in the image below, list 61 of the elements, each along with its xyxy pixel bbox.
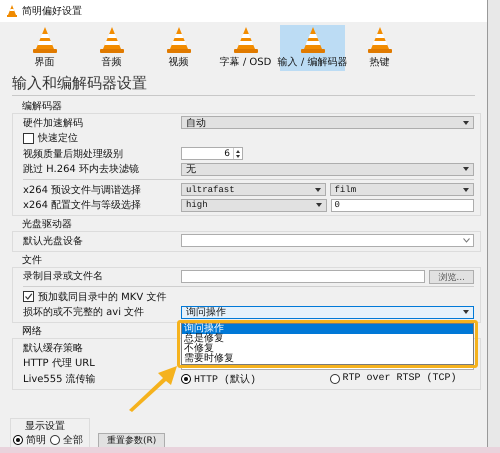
category-tab[interactable]: 输入 / 编解码器 — [280, 25, 345, 71]
dropdown[interactable]: film — [330, 183, 474, 196]
radio-label[interactable]: 简明 — [26, 432, 46, 446]
radio-button[interactable] — [181, 374, 191, 384]
browse-button[interactable]: 浏览... — [429, 270, 474, 284]
combo-field[interactable] — [181, 234, 474, 248]
dropdown[interactable]: ultrafast — [181, 183, 326, 196]
input-field[interactable] — [181, 270, 426, 283]
radio-label[interactable]: HTTP (默认) — [194, 372, 256, 386]
radio-button[interactable] — [50, 434, 60, 444]
setting-label: x264 配置文件与等级选择 — [23, 198, 142, 212]
caret-icon — [463, 310, 469, 314]
setting-label: 默认缓存策略 — [23, 342, 84, 355]
group-title: 显示设置 — [25, 420, 65, 432]
setting-label: 损坏的或不完整的 avi 文件 — [23, 306, 146, 320]
radio-label[interactable]: 全部 — [63, 432, 83, 446]
category-tab[interactable]: 视频 — [146, 25, 211, 71]
section-title: 文件 — [22, 254, 42, 266]
caret-icon — [316, 203, 322, 208]
caret-icon — [463, 167, 469, 172]
dropdown-option[interactable]: 总是修复 — [182, 334, 473, 344]
cone-icon — [6, 5, 18, 17]
spin-box[interactable]: 6 — [181, 147, 243, 160]
dropdown[interactable]: high — [181, 198, 326, 212]
category-tab[interactable]: 音频 — [79, 25, 144, 71]
category-tab[interactable]: 字幕 / OSD — [213, 25, 278, 71]
setting-label: Live555 流传输 — [23, 372, 97, 386]
setting-label: x264 预设文件与调谐选择 — [23, 184, 142, 197]
section-title: 编解码器 — [22, 100, 62, 113]
setting-label: 默认光盘设备 — [23, 234, 84, 248]
dropdown[interactable]: 无 — [181, 162, 474, 176]
dropdown-option[interactable]: 需要时修复 — [182, 354, 473, 364]
setting-label: 跳过 H.264 环内去块滤镜 — [23, 162, 140, 176]
caret-icon — [314, 188, 320, 192]
radio-button[interactable] — [13, 434, 23, 444]
dropdown-option[interactable]: 询问操作 — [182, 324, 473, 334]
input-field[interactable]: 0 — [330, 198, 474, 212]
page-heading: 输入和编解码器设置 — [12, 74, 475, 96]
setting-label: 视频质量后期处理级别 — [23, 148, 124, 161]
dropdown[interactable]: 自动 — [181, 116, 474, 130]
spin-arrows-icon — [233, 148, 242, 160]
check-icon — [24, 292, 33, 302]
section-title: 网络 — [22, 325, 42, 338]
pointer-arrow — [127, 364, 179, 412]
radio-label[interactable]: RTP over RTSP (TCP) — [342, 373, 457, 384]
radio-button[interactable] — [330, 374, 340, 384]
category-tab[interactable]: 界面 — [12, 25, 77, 71]
chevron-icon — [463, 238, 470, 244]
category-tab[interactable]: 热键 — [347, 25, 412, 71]
checkbox[interactable]: 快速定位 — [23, 131, 78, 146]
setting-label: HTTP 代理 URL — [23, 357, 96, 370]
caret-icon — [463, 120, 469, 125]
section-title: 光盘驱动器 — [22, 218, 72, 231]
reset-button[interactable]: 重置参数(R) — [98, 432, 166, 448]
dropdown-option[interactable]: 不修复 — [182, 344, 473, 354]
window-title: 简明偏好设置 — [22, 4, 82, 18]
checkbox[interactable]: 预加载同目录中的 MKV 文件 — [23, 290, 166, 304]
setting-label: 录制目录或文件名 — [23, 270, 104, 284]
setting-label: 硬件加速解码 — [23, 116, 84, 130]
caret-icon — [463, 188, 469, 192]
dropdown[interactable]: 询问操作 — [181, 306, 474, 319]
